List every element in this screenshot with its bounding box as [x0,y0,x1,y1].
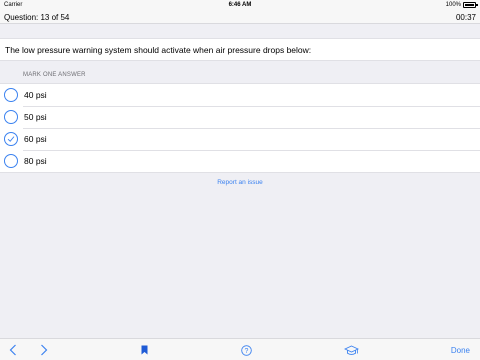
report-issue-link[interactable]: Report an issue [0,179,480,186]
radio-button[interactable] [4,154,18,168]
question-text: The low pressure warning system should a… [5,45,312,55]
answer-option-selected[interactable]: 60 psi [0,128,480,150]
timer: 00:37 [455,13,476,22]
nav-bar: Question: 13 of 54 00:37 [0,10,480,24]
radio-button[interactable] [4,110,18,124]
done-button[interactable]: Done [451,343,470,357]
answer-option[interactable]: 40 psi [0,84,480,106]
answer-label: 60 psi [24,134,47,144]
bottom-toolbar: ? Done [0,338,480,360]
battery-icon [463,2,478,8]
answer-label: 80 psi [24,156,47,166]
svg-text:?: ? [244,348,248,355]
answer-label: 50 psi [24,112,47,122]
question-counter: Question: 13 of 54 [4,13,70,22]
answer-instruction: MARK ONE ANSWER [23,72,86,78]
clock: 6:46 AM [228,2,252,8]
answer-option[interactable]: 50 psi [0,106,480,128]
battery-percent: 100% [445,2,461,8]
status-bar: Carrier 6:46 AM 100% [0,0,480,10]
help-icon[interactable]: ? [239,343,253,357]
answer-label: 40 psi [24,90,47,100]
checkmark-icon [7,136,15,142]
answer-list: 40 psi 50 psi 60 psi 80 psi [0,83,480,173]
radio-button[interactable] [4,88,18,102]
chevron-right-icon[interactable] [37,343,51,357]
radio-button-checked[interactable] [4,132,18,146]
chevron-left-icon[interactable] [6,343,20,357]
question-card: The low pressure warning system should a… [0,38,480,61]
answer-option[interactable]: 80 psi [0,150,480,172]
graduation-cap-icon[interactable] [342,343,360,357]
battery-indicator: 100% [445,2,478,8]
bookmark-icon[interactable] [138,343,150,357]
